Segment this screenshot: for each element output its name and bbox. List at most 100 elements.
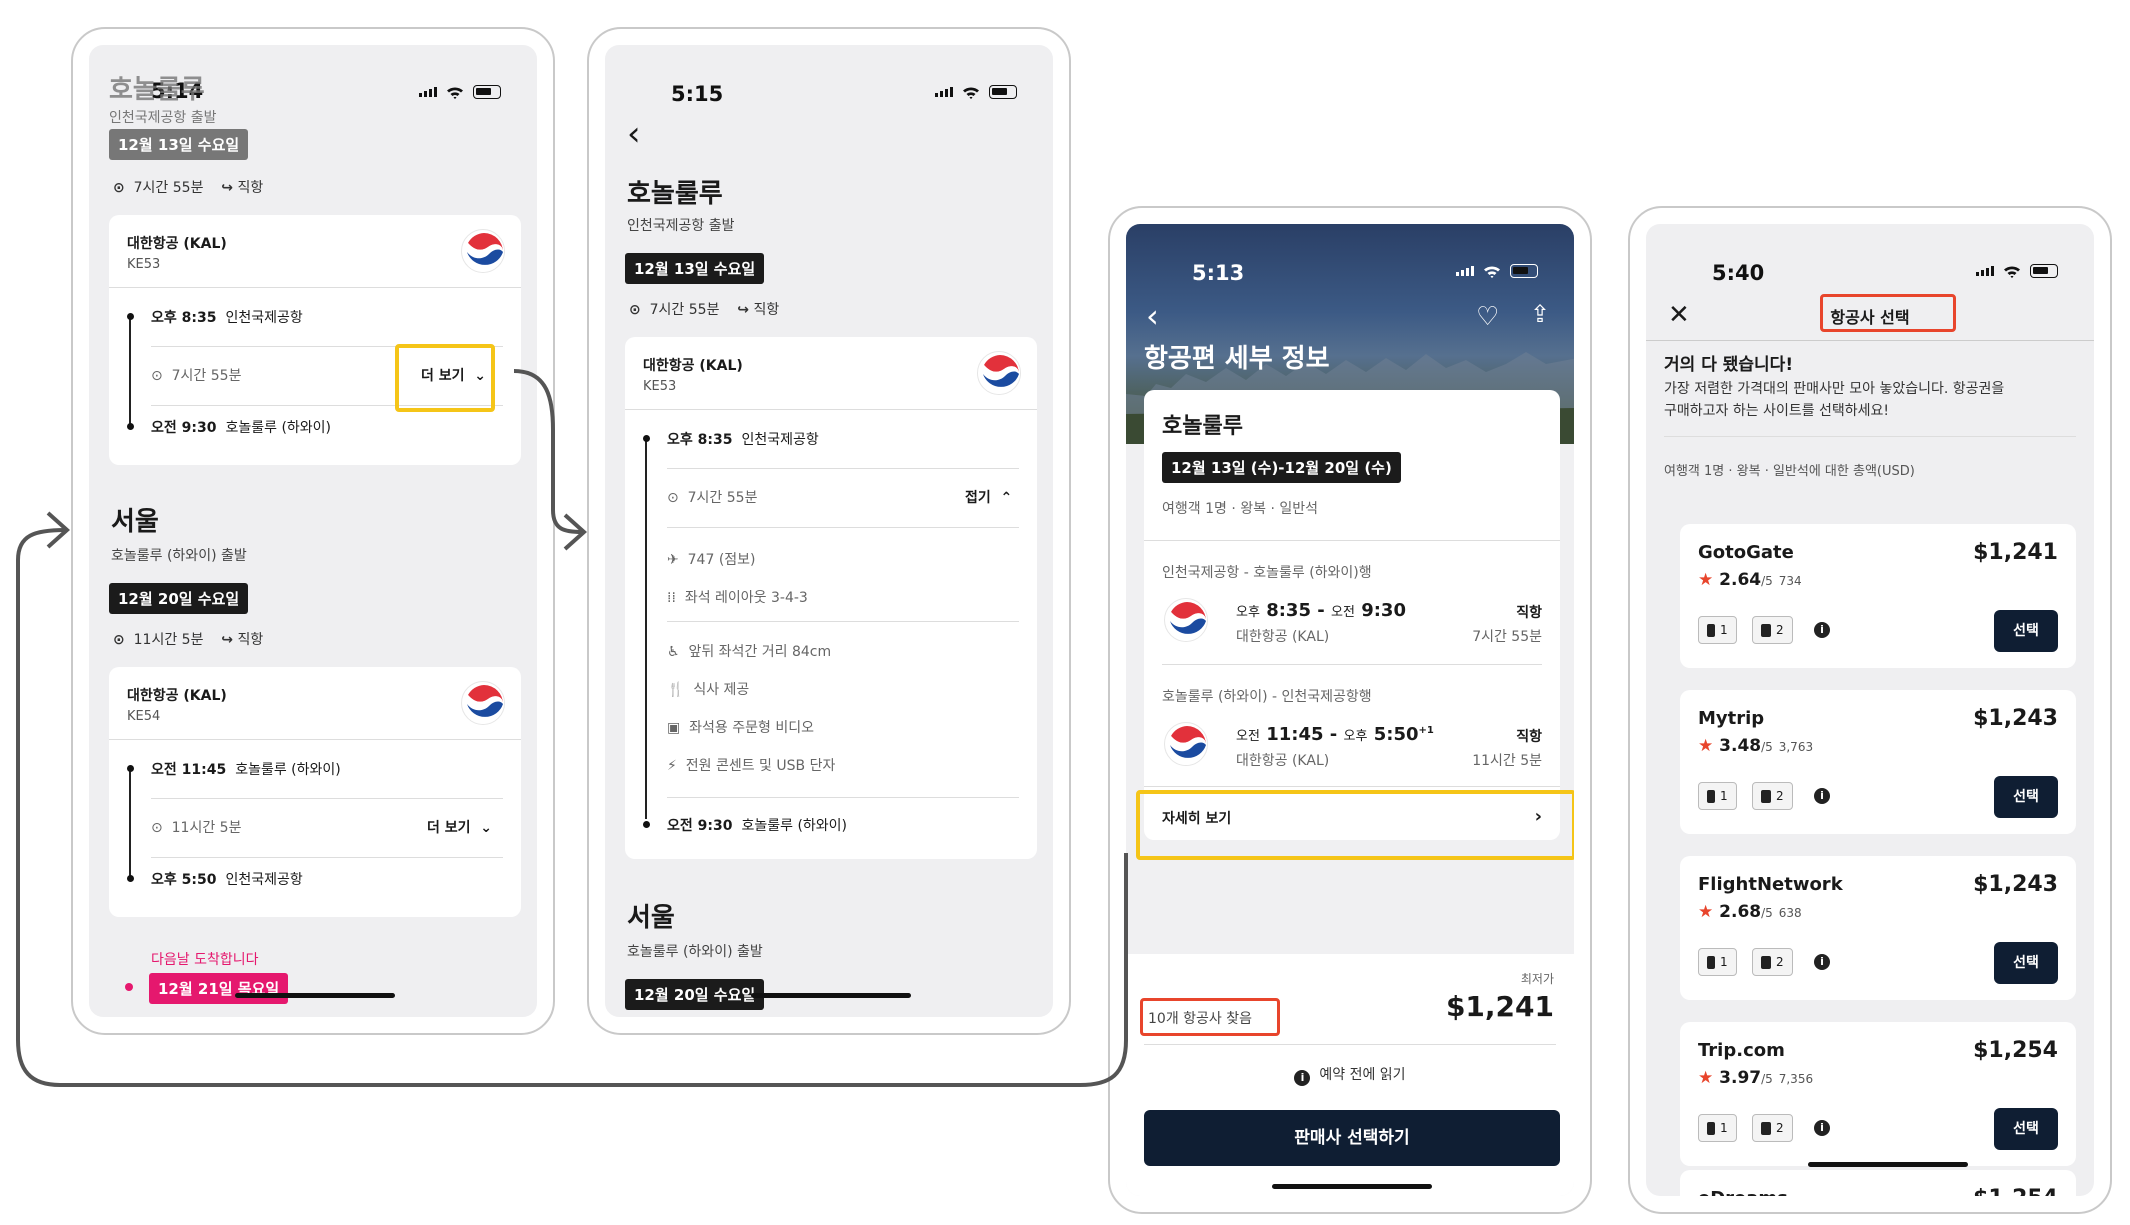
clock-icon: ⊙ xyxy=(629,302,641,318)
flight-code: KE54 xyxy=(127,709,161,724)
return-city: 서울 xyxy=(627,903,675,933)
star-icon: ★ xyxy=(1698,736,1714,756)
info-icon[interactable]: i xyxy=(1814,622,1830,638)
leg2-airline: 대한항공 (KAL) xyxy=(1236,753,1330,769)
timeline-line xyxy=(645,439,647,819)
clock-icon: ⊙ xyxy=(151,368,163,384)
signal-icon xyxy=(419,87,437,97)
leg1-direct: 직항 xyxy=(1516,605,1542,621)
select-button[interactable]: 선택 xyxy=(1994,776,2058,818)
flight-code: KE53 xyxy=(643,379,677,394)
select-button[interactable]: 선택 xyxy=(1994,610,2058,652)
leg1-route: 인천국제공항 - 호놀룰루 (하와이)행 xyxy=(1162,565,1372,581)
phone-2-screen: 5:15 ‹ 호놀룰루 인천국제공항 출발 12월 13일 수요일 ⊙ 7시간 … xyxy=(605,45,1053,1017)
status-icons xyxy=(1456,264,1538,278)
seller-rating: ★ 2.68/5 638 xyxy=(1698,902,1802,922)
flight-duration: ⊙ 7시간 55분 xyxy=(667,490,758,506)
back-icon[interactable]: ‹ xyxy=(627,117,641,151)
phone-3-screen: 5:13 ‹ ♡ ⇪ 항공편 세부 정보 호놀룰루 12월 13일 (수)-12… xyxy=(1126,224,1574,1196)
checked-bag: 2 xyxy=(1752,948,1793,976)
phone-1: 5:14 호놀룰루 인천국제공항 출발 ‹ 12월 13일 수요일 ⊙ 7시간 … xyxy=(71,27,555,1035)
seller-price: $1,243 xyxy=(1973,706,2058,731)
signal-icon xyxy=(1976,266,1994,276)
next-day-date-pill: 12월 21일 목요일 xyxy=(149,973,289,1004)
seat-pitch-row: ♿ 앞뒤 좌석간 거리 84cm xyxy=(667,644,832,660)
select-seller-button[interactable]: 판매사 선택하기 xyxy=(1144,1110,1560,1166)
highlight-details xyxy=(1136,790,1574,860)
flight-duration: ⊙ 11시간 5분 xyxy=(151,820,242,836)
seller-rating: ★ 3.97/5 7,356 xyxy=(1698,1068,1814,1088)
wifi-icon xyxy=(963,86,979,99)
status-icons xyxy=(935,85,1017,99)
timeline-line xyxy=(129,317,131,425)
carry-on-bag: 1 xyxy=(1698,782,1737,810)
phone-4-screen: 5:40 ✕ 항공사 선택 거의 다 됐습니다! 가장 저렴한 가격대의 판매사… xyxy=(1646,224,2094,1196)
seller-card[interactable]: GotoGate $1,241 ★ 2.64/5 734 1 2 i 선택 xyxy=(1680,524,2076,668)
seller-price: $1,254 xyxy=(1973,1038,2058,1063)
checked-bag: 2 xyxy=(1752,782,1793,810)
arrival-row: 오후 5:50 인천국제공항 xyxy=(151,872,303,888)
direct-arrow-icon: ↪ xyxy=(221,632,233,648)
leg1-times: 오후 8:35 - 오전 9:30 xyxy=(1236,600,1406,621)
carry-on-bag: 1 xyxy=(1698,616,1737,644)
home-indicator xyxy=(1272,1184,1432,1189)
departure-row: 오후 8:35 인천국제공항 xyxy=(667,432,819,448)
clock-icon: ⊙ xyxy=(151,820,163,836)
plug-icon: ⚡ xyxy=(667,758,677,774)
status-time: 5:15 xyxy=(671,82,724,106)
info-icon[interactable]: i xyxy=(1814,1120,1830,1136)
seller-price: $1,241 xyxy=(1973,540,2058,565)
return-date-pill: 12월 20일 수요일 xyxy=(109,583,249,614)
leg2-times: 오전 11:45 - 오후 5:50+1 xyxy=(1236,724,1434,745)
star-icon: ★ xyxy=(1698,1068,1714,1088)
phone-1-screen: 5:14 호놀룰루 인천국제공항 출발 ‹ 12월 13일 수요일 ⊙ 7시간 … xyxy=(89,45,537,1017)
heading: 거의 다 됐습니다! xyxy=(1664,355,1794,375)
heart-icon[interactable]: ♡ xyxy=(1476,302,1499,332)
trip-summary-card: 호놀룰루 12월 13일 (수)-12월 20일 (수) 여행객 1명 · 왕복… xyxy=(1144,390,1560,840)
next-day-notice: 다음날 도착합니다 xyxy=(151,952,259,968)
trip-info: 여행객 1명 · 왕복 · 일반석 xyxy=(1162,501,1318,517)
info-icon[interactable]: i xyxy=(1814,788,1830,804)
checked-bag: 2 xyxy=(1752,1114,1793,1142)
seller-card[interactable]: Mytrip $1,243 ★ 3.48/5 3,763 1 2 i 선택 xyxy=(1680,690,2076,834)
seller-card[interactable]: FlightNetwork $1,243 ★ 2.68/5 638 1 2 i 선택 xyxy=(1680,856,2076,1000)
more-button[interactable]: 더 보기 ⌄ xyxy=(427,817,492,837)
status-bar: 5:40 xyxy=(1646,224,2094,304)
signal-icon xyxy=(935,87,953,97)
seller-card-partial[interactable]: eDreams $1,254 xyxy=(1680,1170,2076,1196)
plane-icon: ✈ xyxy=(667,552,679,568)
origin-label: 인천국제공항 출발 xyxy=(627,218,735,234)
select-button[interactable]: 선택 xyxy=(1994,942,2058,984)
seller-card[interactable]: Trip.com $1,254 ★ 3.97/5 7,356 1 2 i 선택 xyxy=(1680,1022,2076,1166)
back-icon[interactable]: ‹ xyxy=(1146,300,1159,332)
total-label: 여행객 1명 · 왕복 · 일반석에 대한 총액(USD) xyxy=(1664,464,1915,479)
carry-on-bag: 1 xyxy=(1698,1114,1737,1142)
read-before-booking[interactable]: i 예약 전에 읽기 xyxy=(1126,1064,1574,1086)
highlight-sellers-found xyxy=(1140,998,1280,1036)
seller-price: $1,254 xyxy=(1973,1186,2058,1196)
seller-name: Mytrip xyxy=(1698,708,1765,729)
status-time: 5:40 xyxy=(1712,261,1765,285)
status-time: 5:13 xyxy=(1192,261,1245,285)
seller-name: eDreams xyxy=(1698,1188,1788,1196)
phone-3: 5:13 ‹ ♡ ⇪ 항공편 세부 정보 호놀룰루 12월 13일 (수)-12… xyxy=(1108,206,1592,1214)
collapse-button[interactable]: 접기 ⌃ xyxy=(965,487,1012,507)
return-flight-card: 대한항공 (KAL) KE54 오전 11:45 호놀룰루 (하와이) ⊙ 11시… xyxy=(109,667,521,917)
info-icon[interactable]: i xyxy=(1814,954,1830,970)
checked-bag-icon xyxy=(1761,955,1771,969)
select-button[interactable]: 선택 xyxy=(1994,1108,2058,1150)
wifi-icon xyxy=(2004,265,2020,278)
return-city: 서울 xyxy=(111,507,159,537)
clock-icon: ⊙ xyxy=(113,180,125,196)
share-icon[interactable]: ⇪ xyxy=(1530,300,1550,328)
departure-row: 오후 8:35 인천국제공항 xyxy=(151,310,303,326)
airline-name: 대한항공 (KAL) xyxy=(643,358,743,374)
return-origin: 호놀룰루 (하와이) 출발 xyxy=(627,944,763,960)
wifi-icon xyxy=(447,86,463,99)
seat-grid-icon: ⁞⁞ xyxy=(667,590,676,606)
date-pill: 12월 13일 수요일 xyxy=(625,253,765,284)
status-bar: 5:13 xyxy=(1126,224,1574,304)
leg2-duration: 11시간 5분 xyxy=(1472,753,1542,769)
checked-bag-icon xyxy=(1761,623,1771,637)
meal-row: 🍴 식사 제공 xyxy=(667,682,750,698)
